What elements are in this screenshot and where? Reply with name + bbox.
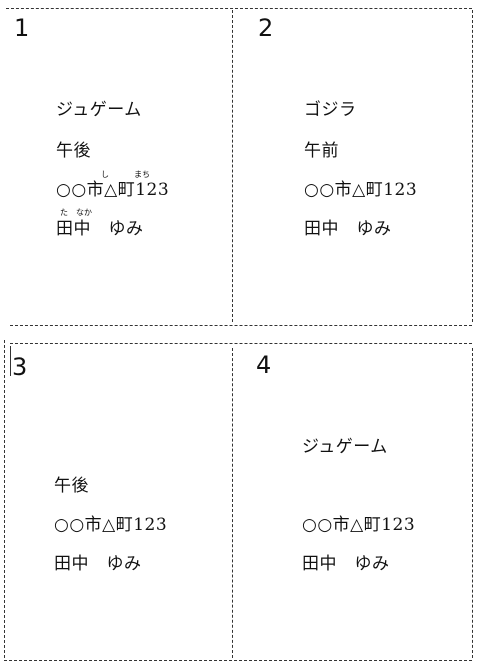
card-1: 1 ジュゲーム 午後 し まち ○○市△町123 た なか 田中 ゆみ bbox=[0, 0, 232, 325]
card-2: 2 ゴジラ 午前 ○○市△町123 田中 ゆみ bbox=[232, 0, 472, 325]
card-line-2: 午前 bbox=[304, 141, 339, 161]
card-number: 2 bbox=[258, 14, 274, 42]
card-line-3: 田中 ゆみ bbox=[302, 554, 390, 574]
card-number: 1 bbox=[14, 14, 30, 42]
furigana-naka: なか bbox=[76, 208, 92, 217]
card-line-4: 田中 ゆみ bbox=[304, 219, 392, 239]
card-line-1: ゴジラ bbox=[304, 100, 357, 120]
card-number: 3 bbox=[12, 353, 28, 381]
furigana-row-name: た なか bbox=[56, 209, 196, 217]
furigana-shi: し bbox=[101, 170, 109, 179]
card-3: 3 午後 ○○市△町123 田中 ゆみ bbox=[0, 343, 232, 660]
card-line-3: ○○市△町123 bbox=[304, 180, 418, 200]
card-line-2: ○○市△町123 bbox=[54, 515, 168, 535]
cut-line-right-lower bbox=[472, 348, 473, 658]
cut-line-middle bbox=[10, 325, 472, 326]
worksheet-page: 1 ジュゲーム 午後 し まち ○○市△町123 た なか 田中 ゆみ 2 ゴジ… bbox=[0, 0, 480, 671]
card-line-2: ○○市△町123 bbox=[302, 515, 416, 535]
furigana-machi: まち bbox=[134, 170, 150, 179]
cut-line-right-upper bbox=[472, 10, 473, 322]
furigana-ta: た bbox=[60, 208, 68, 217]
card-line-1: 午後 bbox=[54, 476, 89, 496]
card-line-3: ○○市△町123 bbox=[56, 180, 170, 200]
furigana-row-address: し まち bbox=[56, 171, 196, 179]
card-line-3: 田中 ゆみ bbox=[54, 554, 142, 574]
cut-line-bottom bbox=[4, 660, 472, 661]
card-line-4: 田中 ゆみ bbox=[56, 219, 144, 239]
card-4: 4 ジュゲーム ○○市△町123 田中 ゆみ bbox=[232, 343, 472, 660]
card-line-1: ジュゲーム bbox=[302, 437, 388, 457]
card-line-2: 午後 bbox=[56, 141, 91, 161]
card-line-1: ジュゲーム bbox=[56, 100, 142, 120]
card-number: 4 bbox=[256, 351, 272, 379]
